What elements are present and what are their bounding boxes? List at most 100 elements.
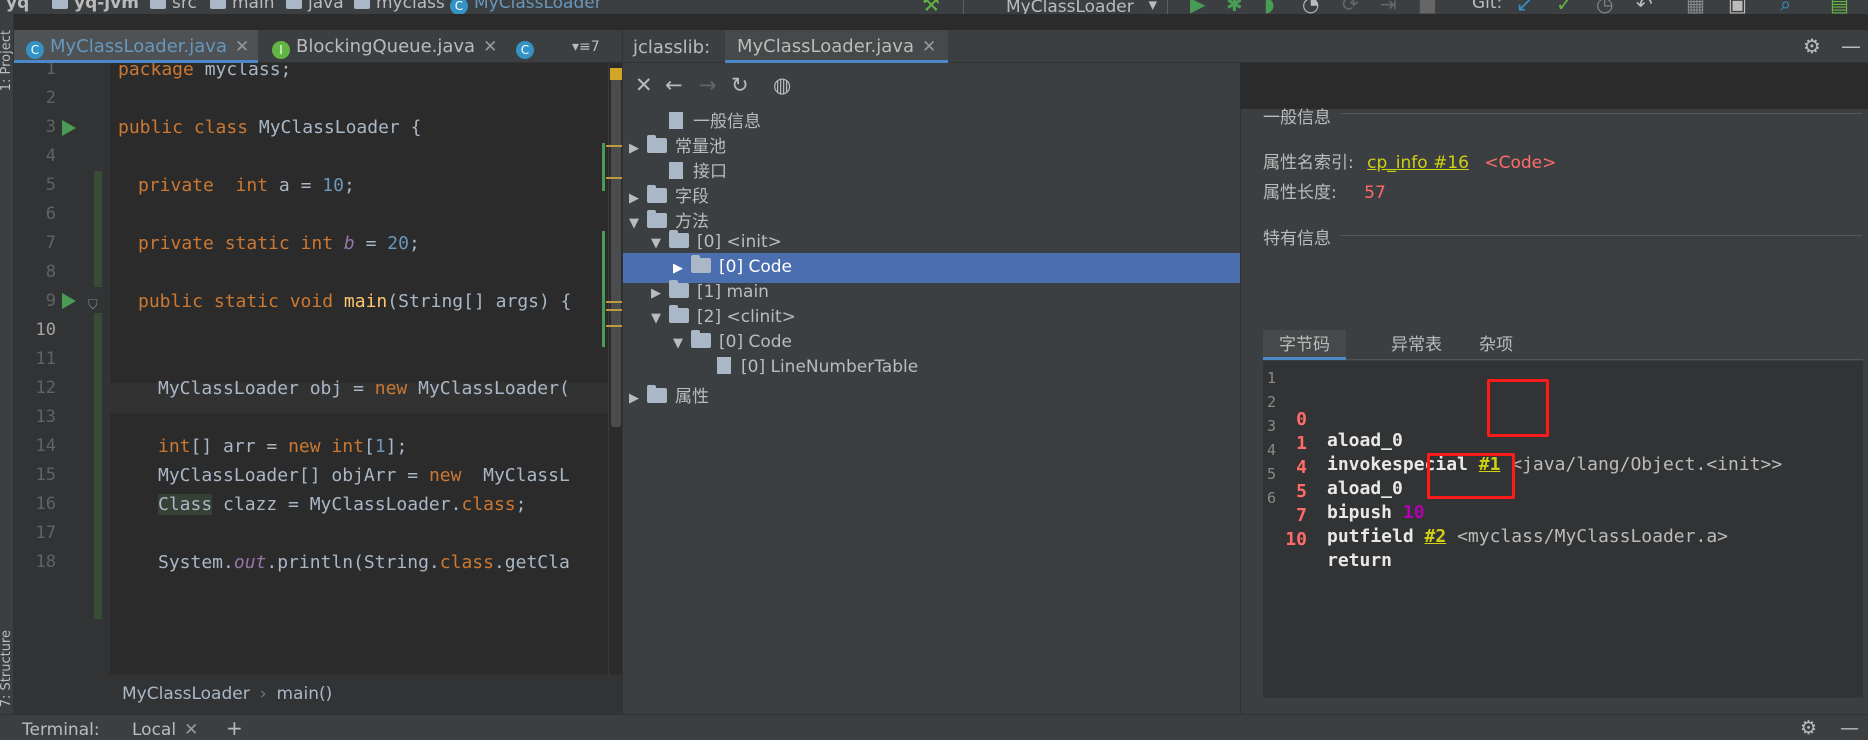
nav-project[interactable]: yq [6,0,29,13]
minimize-icon[interactable]: — [1841,34,1861,58]
git-update-icon[interactable]: ↙ [1516,0,1533,14]
run-main-icon[interactable] [62,293,76,309]
git-commit-icon[interactable]: ✓ [1556,0,1573,14]
nav-main[interactable]: main [210,0,274,13]
run-icon[interactable]: ▶ [1190,0,1205,14]
close-icon[interactable]: ✕ [184,720,198,740]
code-line-15: MyClassLoader[] objArr = new MyClassL [158,465,570,486]
git-rollback-icon[interactable]: ↶ [1636,0,1653,14]
folder-icon [669,280,689,298]
collapse-arrow-icon[interactable]: ▼ [651,236,669,251]
code-line-7: private static int b = 20; [138,233,420,254]
nav-src[interactable]: src [150,0,197,13]
nav-java[interactable]: java [286,0,344,13]
build-hammer-icon[interactable]: ⚒ [922,0,940,14]
scroll-thumb[interactable] [611,79,621,427]
expand-arrow-icon[interactable]: ▶ [629,391,647,406]
gear-icon[interactable]: ⚙ [1803,34,1821,58]
refresh-icon[interactable]: ↻ [731,73,749,97]
step-icon[interactable]: ⇥ [1380,0,1397,14]
git-label: Git: [1472,0,1503,13]
project-structure-icon[interactable]: ▦ [1686,0,1705,14]
attach-icon[interactable]: ⟳ [1342,0,1359,14]
tree-node-attributes[interactable]: ▶ 属性 [629,378,709,408]
expand-arrow-icon[interactable]: ▶ [673,261,691,276]
code-editor[interactable]: 1 2 3 4 5 6 7 8 9 10 11 12 13 14 15 16 17 18 ⛉ package my… [14,63,622,674]
folder-icon [286,0,302,9]
tab-overflow-class[interactable]: C [516,30,564,63]
line-number: 6 [45,204,56,224]
warning-stripe[interactable] [606,301,622,303]
class-structure-tree[interactable]: 一般信息 ▶ 常量池 接口 ▶ 字段 ▼ 方法 ▼ [0] <init> ▶ [0] Co… [622,109,1241,714]
tab-blockingqueue-java[interactable]: I BlockingQueue.java ✕ [272,30,512,63]
editor-scrollbar[interactable] [608,63,622,674]
constant-pool-ref-link[interactable]: #2 [1425,526,1447,547]
warning-stripe[interactable] [606,309,622,311]
general-info-title: 一般信息 [1263,108,1331,128]
fold-icon[interactable]: ⛉ [88,298,98,313]
nav-module[interactable]: yq-jvm [52,0,139,13]
warning-stripe[interactable] [606,177,622,179]
bytecode-line: 3 4 aload_0 [1267,417,1403,499]
highlight-box [1427,453,1515,499]
tab-overflow-menu[interactable]: ▾≡7 [572,30,600,63]
collapse-arrow-icon[interactable]: ▼ [651,311,669,326]
debug-icon[interactable]: ✱ [1226,0,1243,14]
breadcrumb-method[interactable]: main() [277,684,333,704]
nav-current-class[interactable]: C MyClassLoader [450,0,602,14]
breadcrumb-class[interactable]: MyClassLoader [122,684,250,704]
terminal-session-tab[interactable]: Local ✕ [132,720,198,740]
divider [1341,235,1862,236]
run-configuration-select[interactable]: MyClassLoader ▾ [963,0,1168,14]
code-line-16: Class clazz = MyClassLoader.class; [158,494,527,515]
close-icon[interactable]: ✕ [235,37,249,57]
close-icon[interactable]: ✕ [635,73,653,97]
nav-myclass[interactable]: myclass [354,0,445,13]
add-icon[interactable]: + [226,716,243,740]
code-line-18: System.out.println(String.class.getCla [158,552,570,573]
tab-myclassloader-java[interactable]: C MyClassLoader.java ✕ [14,30,258,63]
collapse-arrow-icon[interactable]: ▼ [629,216,647,231]
folder-icon [354,0,370,9]
expand-arrow-icon[interactable]: ▶ [629,141,647,156]
sdk-icon[interactable]: ▣ [1728,0,1747,14]
warning-indicator-icon[interactable] [610,68,622,80]
tab-bytecode[interactable]: 字节码 [1263,330,1346,360]
expand-arrow-icon[interactable]: ▶ [651,286,669,301]
gear-icon[interactable]: ⚙ [1800,717,1817,739]
tab-exception-table[interactable]: 异常表 [1391,330,1442,360]
close-icon[interactable]: ✕ [922,37,936,57]
search-everywhere-icon[interactable]: ⌕ [1780,0,1791,14]
warning-stripe[interactable] [606,145,622,147]
structure-panel-toggle[interactable]: 7: Structure [0,630,13,707]
bytecode-listing[interactable]: 1 0 aload_0 2 1 invokespecial #1 <java/l… [1263,361,1863,698]
jclasslib-tab[interactable]: MyClassLoader.java ✕ [725,30,949,63]
tab-misc[interactable]: 杂项 [1479,330,1513,360]
close-icon[interactable]: ✕ [483,37,497,57]
profile-icon[interactable]: ◔ [1302,0,1319,14]
folder-icon [669,230,689,248]
line-number: 8 [45,262,56,282]
terminal-tool-bar: Terminal: Local ✕ + ⚙ — [0,714,1868,740]
web-globe-icon[interactable]: ◍ [773,73,791,97]
cp-info-link[interactable]: cp_info #16 [1367,153,1469,173]
run-class-icon[interactable] [62,120,76,136]
warning-stripe[interactable] [606,325,622,327]
collapse-arrow-icon[interactable]: ▼ [673,336,691,351]
change-marker [94,171,102,287]
code-line-9: public static void main(String[] args) { [138,291,572,312]
minimize-icon[interactable]: — [1840,717,1859,739]
folder-icon [647,135,667,153]
line-number: 16 [35,494,56,514]
presentation-icon[interactable]: ▤ [1830,0,1849,14]
back-arrow-icon[interactable]: ← [665,73,683,97]
line-number: 13 [35,407,56,427]
stop-icon[interactable]: ■ [1418,0,1437,14]
tree-node-line-number-table[interactable]: [0] LineNumberTable [717,353,918,383]
line-number: 10 [35,320,56,340]
coverage-icon[interactable]: ◗ [1264,0,1275,14]
forward-arrow-icon[interactable]: → [699,73,717,97]
git-history-icon[interactable]: ◷ [1596,0,1613,14]
class-icon: C [450,0,468,14]
project-panel-toggle[interactable]: 1: Project [0,30,13,91]
